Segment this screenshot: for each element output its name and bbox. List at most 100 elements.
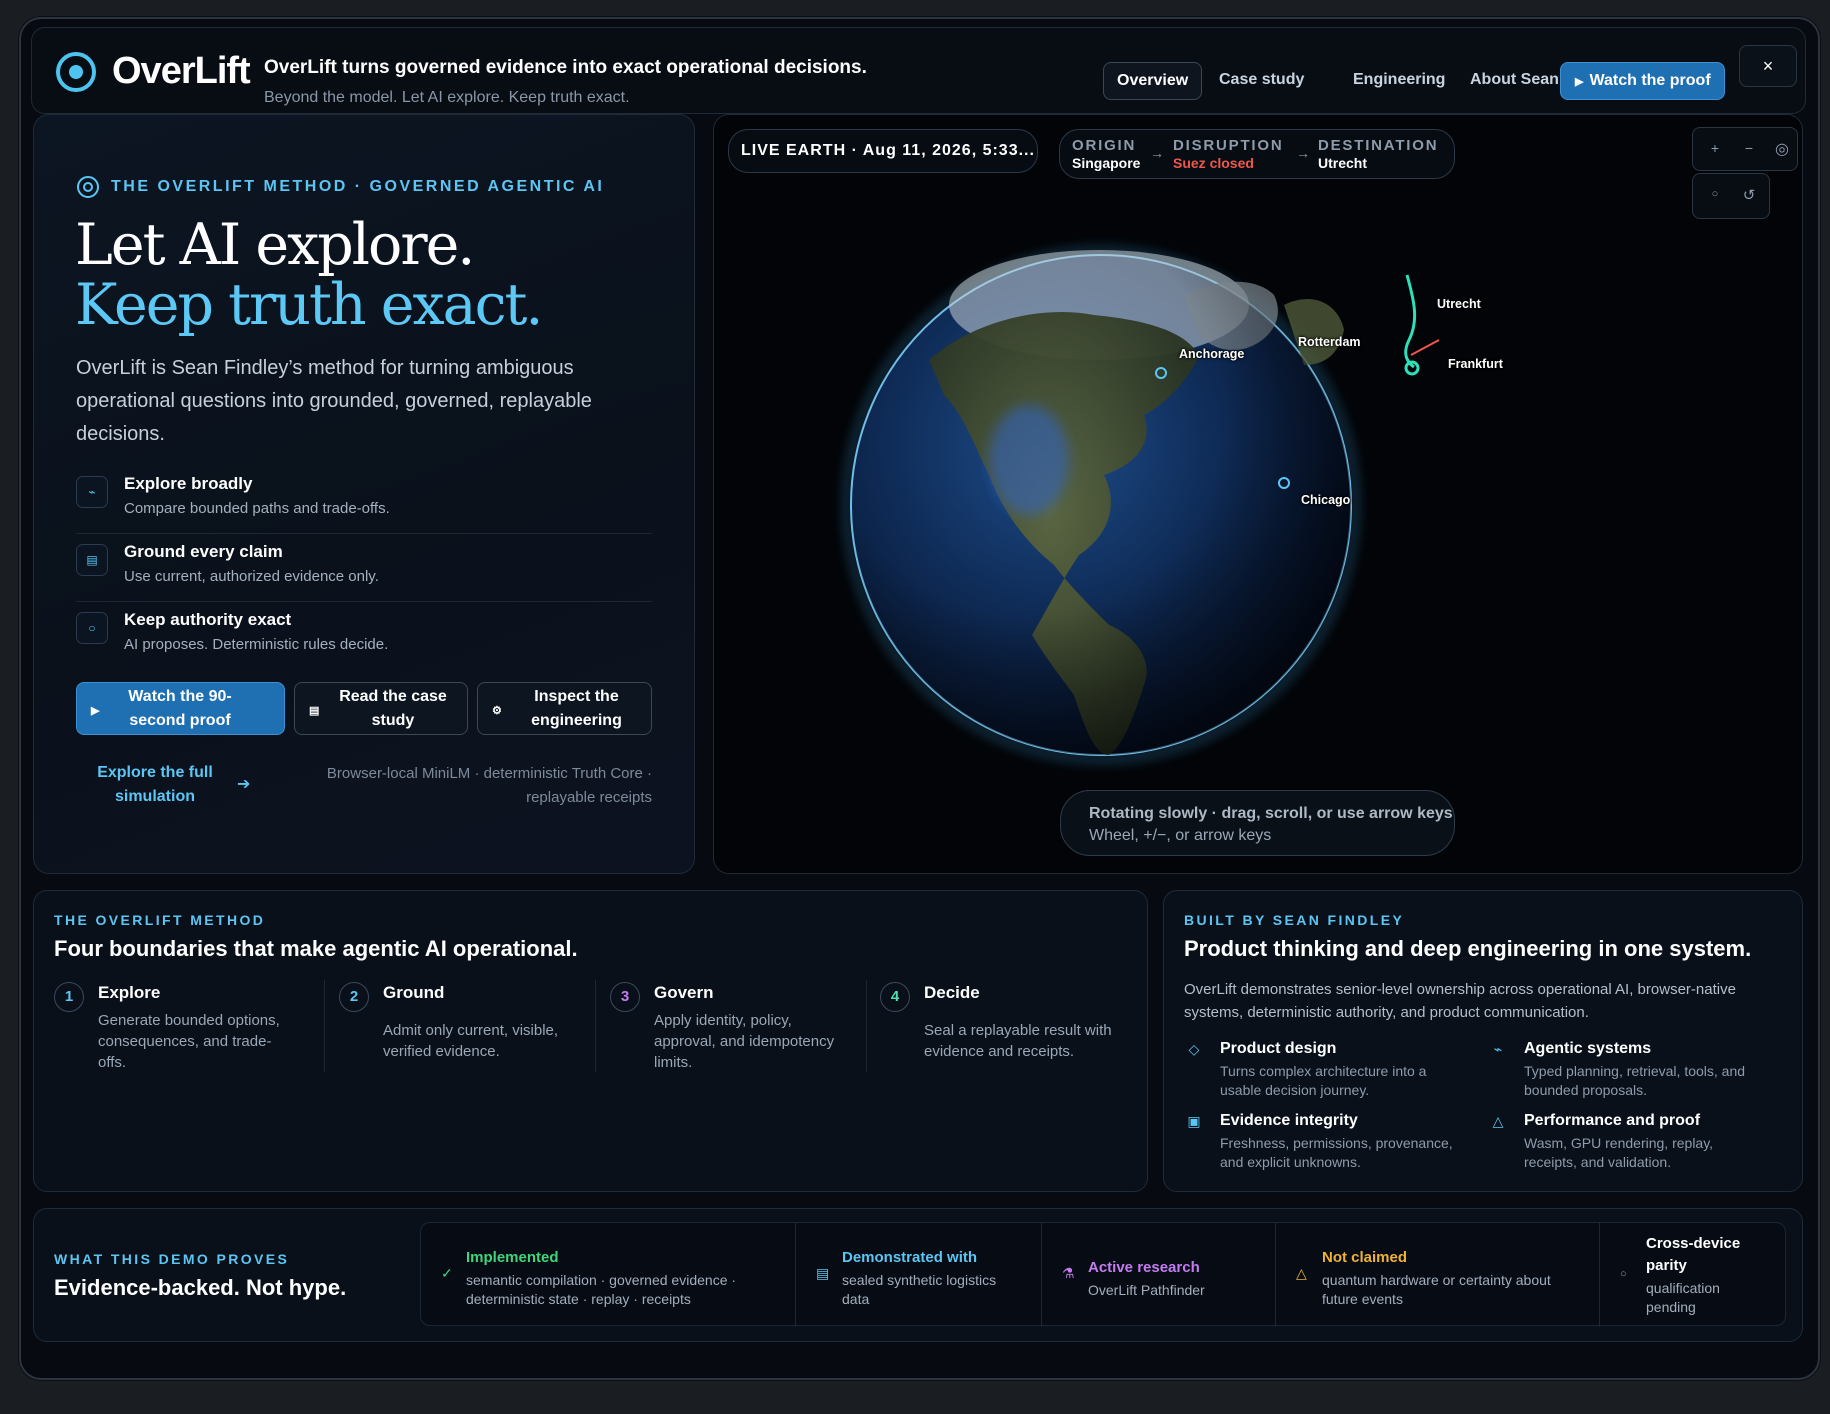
disruption-value: Suez closed — [1173, 155, 1254, 171]
proves-section-tag: WHAT THIS DEMO PROVES — [54, 1251, 290, 1267]
warning-icon: △ — [1296, 1265, 1307, 1281]
proof-title: Demonstrated with — [842, 1249, 978, 1266]
proof-desc: qualification pending — [1646, 1280, 1720, 1315]
explore-simulation-link[interactable]: Explore the full simulation — [90, 761, 220, 809]
builder-intro: OverLift demonstrates senior-level owner… — [1184, 981, 1736, 1021]
proves-section-title: Evidence-backed. Not hype. — [54, 1275, 347, 1300]
destination-label: DESTINATION — [1318, 137, 1439, 154]
feature-desc: AI proposes. Deterministic rules decide. — [124, 636, 389, 653]
overlift-logo-icon — [56, 52, 96, 92]
method-tag: THE OVERLIFT METHOD · GOVERNED AGENTIC A… — [77, 176, 604, 198]
document-icon: ▤ — [309, 705, 320, 717]
locate-button[interactable]: ◎ — [1772, 139, 1792, 159]
proof-list: ✓ Implemented semantic compilation · gov… — [420, 1222, 1786, 1327]
step-title: Govern — [654, 983, 714, 1002]
item-desc: Turns complex architecture into a usable… — [1220, 1063, 1427, 1098]
city-label-frankfurt[interactable]: Frankfurt — [1448, 357, 1503, 371]
city-label-rotterdam[interactable]: Rotterdam — [1298, 335, 1361, 349]
diamond-icon: ◇ — [1188, 1041, 1200, 1057]
step-number: 1 — [54, 982, 84, 1012]
mode-button[interactable]: ○ — [1705, 188, 1725, 200]
watch-90-second-proof-button[interactable]: ▶ Watch the 90-second proof — [76, 682, 285, 735]
builder-section-tag: BUILT BY SEAN FINDLEY — [1184, 912, 1405, 928]
proof-desc: sealed synthetic logistics data — [842, 1272, 997, 1307]
item-desc: Wasm, GPU rendering, replay, receipts, a… — [1524, 1135, 1714, 1170]
hero-title-line2: Keep truth exact. — [75, 272, 544, 338]
step-title: Explore — [98, 983, 161, 1002]
header-subline: Beyond the model. Let AI explore. Keep t… — [264, 89, 630, 106]
hero-footnote: Browser-local MiniLM · deterministic Tru… — [326, 765, 652, 806]
globe-svg[interactable] — [714, 115, 1803, 874]
pending-icon: ○ — [1620, 1268, 1627, 1280]
disruption-line — [1410, 339, 1440, 356]
item-title: Product design — [1220, 1040, 1337, 1057]
watch-proof-label: Watch the proof — [1589, 72, 1711, 89]
item-desc: Typed planning, retrieval, tools, and bo… — [1524, 1063, 1746, 1098]
arrow-right-icon[interactable]: ➔ — [237, 774, 250, 794]
origin-label: ORIGIN — [1072, 137, 1137, 154]
gear-icon: ⚙ — [492, 705, 502, 717]
step-title: Ground — [383, 983, 445, 1002]
proof-implemented: ✓ Implemented semantic compilation · gov… — [421, 1223, 795, 1327]
arrow-right-icon: → — [1296, 145, 1310, 161]
play-icon: ▶ — [1575, 76, 1584, 88]
zoom-in-button[interactable]: + — [1705, 140, 1725, 156]
step-number: 4 — [880, 982, 910, 1012]
step-number: 2 — [339, 982, 369, 1012]
method-section-tag: THE OVERLIFT METHOD — [54, 912, 266, 928]
proof-title: Implemented — [466, 1249, 559, 1266]
globe-hint: Rotating slowly · drag, scroll, or use a… — [1060, 790, 1455, 856]
close-button[interactable]: × — [1739, 45, 1797, 87]
proof-desc: semantic compilation · governed evidence… — [466, 1272, 737, 1307]
proof-not-claimed: △ Not claimed quantum hardware or certai… — [1275, 1223, 1599, 1327]
feature-ground: ▤ Ground every claim Use current, author… — [76, 542, 652, 604]
zoom-out-button[interactable]: − — [1739, 140, 1759, 156]
nav-overview[interactable]: Overview — [1103, 62, 1203, 100]
feature-authority: ○ Keep authority exact AI proposes. Dete… — [76, 610, 652, 672]
item-title: Evidence integrity — [1220, 1112, 1358, 1129]
proof-desc: OverLift Pathfinder — [1088, 1282, 1205, 1298]
proof-title: Cross-device parity — [1646, 1235, 1741, 1274]
step-desc: Admit only current, visible, verified ev… — [383, 1022, 559, 1060]
item-title: Performance and proof — [1524, 1112, 1701, 1129]
city-label-anchorage[interactable]: Anchorage — [1179, 347, 1244, 361]
divider — [76, 533, 652, 534]
globe-panel[interactable] — [713, 114, 1803, 874]
divider — [595, 980, 596, 1072]
feature-title: Keep authority exact — [124, 610, 292, 629]
nav-engineering[interactable]: Engineering — [1340, 62, 1458, 100]
feature-desc: Compare bounded paths and trade-offs. — [124, 500, 390, 517]
nav-case-study[interactable]: Case study — [1206, 62, 1317, 100]
globe-shading — [851, 255, 1351, 755]
brand-name[interactable]: OverLift — [112, 50, 251, 93]
step-desc: Generate bounded options, consequences, … — [98, 1012, 280, 1071]
read-case-study-label: Read the case study — [339, 688, 447, 729]
builder-section-title: Product thinking and deep engineering in… — [1184, 936, 1752, 961]
top-bar: OverLift OverLift turns governed evidenc… — [31, 27, 1806, 114]
watch-90-second-proof-label: Watch the 90-second proof — [128, 688, 232, 729]
item-title: Agentic systems — [1524, 1040, 1652, 1057]
feature-desc: Use current, authorized evidence only. — [124, 568, 379, 585]
step-desc: Seal a replayable result with evidence a… — [924, 1022, 1112, 1060]
feature-title: Explore broadly — [124, 474, 253, 493]
explore-icon: ⌁ — [76, 476, 108, 508]
arrow-right-icon: → — [1150, 145, 1164, 161]
disruption-label: DISRUPTION — [1173, 137, 1284, 154]
step-desc: Apply identity, policy, approval, and id… — [654, 1012, 835, 1071]
reset-button[interactable]: ↺ — [1739, 186, 1759, 204]
pulse-icon: ⌁ — [1493, 1041, 1503, 1057]
check-icon: ✓ — [441, 1265, 453, 1281]
triangle-icon: △ — [1492, 1113, 1504, 1129]
inspect-engineering-button[interactable]: ⚙ Inspect the engineering — [477, 682, 652, 735]
document-icon: ▤ — [76, 544, 108, 576]
read-case-study-button[interactable]: ▤ Read the case study — [294, 682, 468, 735]
nav-about-sean[interactable]: About Sean — [1457, 62, 1572, 100]
zoom-controls: + − ◎ — [1692, 127, 1798, 171]
city-label-utrecht[interactable]: Utrecht — [1437, 297, 1481, 311]
watch-proof-button[interactable]: ▶ Watch the proof — [1560, 62, 1725, 100]
proof-desc: quantum hardware or certainty about futu… — [1322, 1272, 1551, 1307]
proof-title: Active research — [1088, 1259, 1200, 1276]
proof-demonstrated: ▤ Demonstrated with sealed synthetic log… — [795, 1223, 1041, 1327]
city-label-chicago[interactable]: Chicago — [1301, 493, 1350, 507]
divider — [76, 601, 652, 602]
